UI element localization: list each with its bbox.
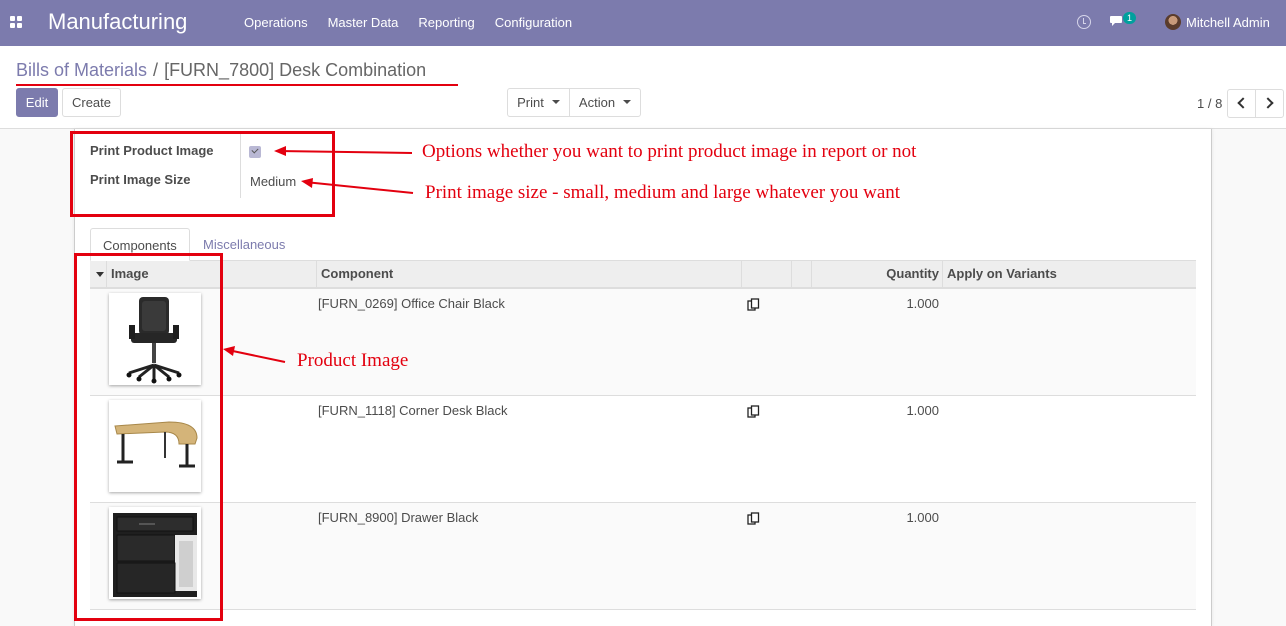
options-arrow xyxy=(277,150,413,154)
image-arrowhead xyxy=(223,346,235,356)
product-image-annotation-text: Product Image xyxy=(297,350,409,371)
options-arrowhead xyxy=(274,146,286,156)
size-arrow xyxy=(304,181,414,194)
size-annotation-text: Print image size - small, medium and lar… xyxy=(425,182,901,203)
options-annotation-text: Options whether you want to print produc… xyxy=(422,141,917,162)
image-arrow xyxy=(227,349,286,363)
size-arrowhead xyxy=(301,178,313,188)
annotation-arrows xyxy=(223,146,414,363)
